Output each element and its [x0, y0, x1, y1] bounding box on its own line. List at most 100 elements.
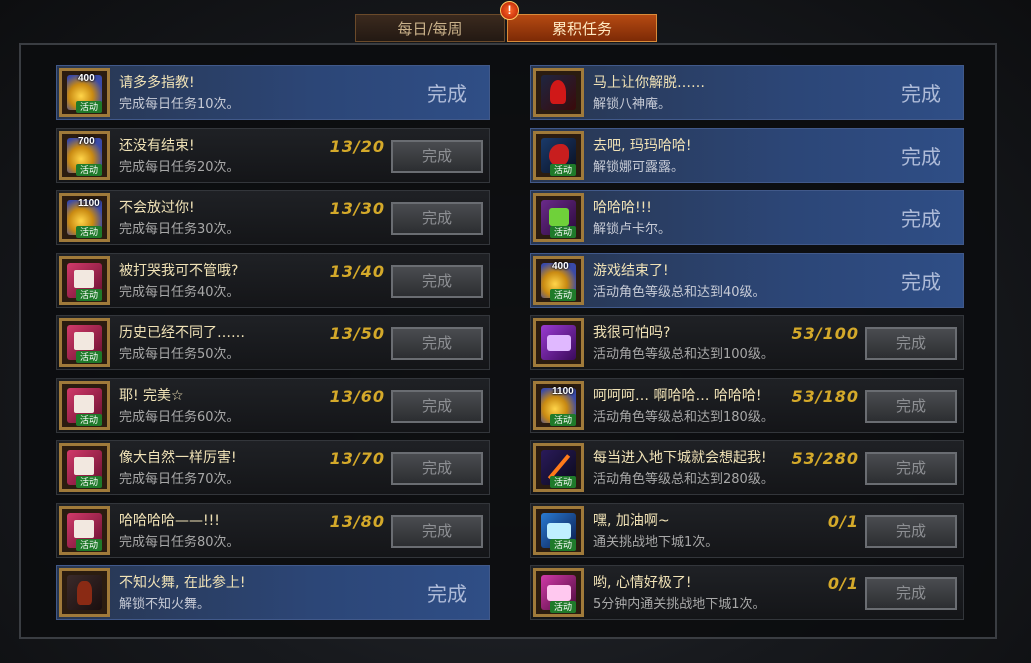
event-badge: 活动 — [550, 538, 576, 551]
task-icon-frame — [59, 568, 110, 617]
task-card: 活动 耶! 完美☆ 完成每日任务60次。 13/60 完成 — [56, 377, 490, 433]
task-card: 400 活动 游戏结束了! 活动角色等级总和达到40级。 完成 — [530, 252, 964, 308]
task-icon-frame: 700 活动 — [59, 130, 110, 180]
task-card: 不知火舞, 在此参上! 解锁不知火舞。 完成 — [56, 565, 490, 620]
complete-button[interactable]: 完成 — [865, 577, 957, 610]
task-description: 解锁卢卡尔。 — [593, 222, 672, 237]
event-badge: 活动 — [550, 163, 576, 176]
task-description: 完成每日任务20次。 — [119, 159, 240, 175]
task-icon-frame — [533, 318, 584, 367]
task-title: 哟, 心情好极了! — [593, 575, 692, 591]
complete-button[interactable]: 完成 — [391, 514, 483, 548]
complete-button[interactable]: 完成 — [391, 452, 483, 485]
task-icon-frame: 活动 — [533, 130, 584, 180]
task-card: 活动 嘿, 加油啊~ 通关挑战地下城1次。 0/1 完成 — [530, 502, 964, 558]
complete-button[interactable]: 完成 — [391, 264, 483, 298]
event-badge: 活动 — [550, 476, 576, 488]
task-icon-frame: 活动 — [533, 505, 584, 555]
complete-button[interactable]: 完成 — [391, 389, 483, 423]
task-progress: 13/80 — [329, 511, 385, 531]
task-icon-frame: 1100 活动 — [533, 380, 584, 430]
completed-label: 完成 — [901, 144, 941, 169]
task-title: 请多多指教! — [119, 75, 195, 91]
alert-icon: ! — [500, 1, 519, 20]
icon-reward-number: 400 — [552, 260, 569, 272]
tab-cumulative-tasks[interactable]: 累积任务 — [507, 14, 657, 42]
task-title: 不会放过你! — [119, 200, 195, 216]
task-icon-frame: 1100 活动 — [59, 193, 110, 242]
task-icon-frame: 活动 — [533, 568, 584, 617]
task-card: 活动 哟, 心情好极了! 5分钟内通关挑战地下城1次。 0/1 完成 — [530, 565, 964, 620]
task-progress: 53/280 — [791, 449, 859, 468]
task-description: 完成每日任务50次。 — [119, 347, 240, 362]
task-card: 活动 哈哈哈!!! 解锁卢卡尔。 完成 — [530, 190, 964, 245]
task-title: 嘿, 加油啊~ — [593, 512, 670, 529]
event-badge: 活动 — [76, 226, 102, 238]
task-card: 活动 被打哭我可不管哦? 完成每日任务40次。 13/40 完成 — [56, 252, 490, 308]
task-progress: 13/30 — [329, 199, 385, 218]
task-icon-frame: 400 活动 — [59, 68, 110, 117]
task-description: 活动角色等级总和达到100级。 — [593, 347, 774, 362]
task-description: 完成每日任务10次。 — [119, 97, 240, 112]
completed-label: 完成 — [901, 269, 941, 294]
task-progress: 13/40 — [329, 261, 385, 281]
event-badge: 活动 — [76, 413, 102, 426]
task-title: 呵呵呵… 啊哈哈… 哈哈哈! — [593, 387, 762, 404]
task-icon-frame: 活动 — [59, 443, 110, 492]
dancer-icon — [67, 575, 102, 610]
task-description: 活动角色等级总和达到180级。 — [593, 409, 774, 425]
event-badge: 活动 — [76, 101, 102, 113]
complete-button[interactable]: 完成 — [865, 514, 957, 548]
icon-reward-number: 400 — [78, 73, 95, 84]
task-title: 马上让你解脱…… — [593, 75, 705, 91]
event-badge: 活动 — [550, 601, 576, 613]
event-badge: 活动 — [550, 413, 576, 426]
task-description: 通关挑战地下城1次。 — [593, 534, 719, 550]
tab-daily-weekly[interactable]: 每日/每周 — [355, 14, 505, 42]
completed-label: 完成 — [901, 207, 941, 231]
complete-button[interactable]: 完成 — [391, 202, 483, 235]
event-badge: 活动 — [550, 226, 576, 238]
task-card: 700 活动 还没有结束! 完成每日任务20次。 13/20 完成 — [56, 127, 490, 183]
complete-button[interactable]: 完成 — [865, 327, 957, 360]
task-title: 历史已经不同了…… — [119, 325, 245, 341]
task-icon-frame: 活动 — [59, 318, 110, 367]
task-title: 耶! 完美☆ — [119, 387, 184, 404]
task-card: 1100 活动 不会放过你! 完成每日任务30次。 13/30 完成 — [56, 190, 490, 245]
event-badge: 活动 — [76, 351, 102, 363]
task-column-left: 400 活动 请多多指教! 完成每日任务10次。 完成 700 活动 还没有结束! 完成每日任务… — [56, 65, 490, 628]
task-icon-frame: 400 活动 — [533, 255, 584, 305]
completed-label: 完成 — [427, 82, 467, 106]
completed-label: 完成 — [901, 82, 941, 106]
task-progress: 13/70 — [329, 449, 385, 468]
task-progress: 0/1 — [827, 511, 859, 531]
task-description: 完成每日任务70次。 — [119, 472, 240, 487]
task-title: 还没有结束! — [119, 137, 195, 154]
task-card: 马上让你解脱…… 解锁八神庵。 完成 — [530, 65, 964, 120]
task-description: 解锁八神庵。 — [593, 97, 672, 112]
icon-reward-number: 1100 — [552, 385, 574, 397]
task-card: 400 活动 请多多指教! 完成每日任务10次。 完成 — [56, 65, 490, 120]
event-badge: 活动 — [76, 476, 102, 488]
task-description: 解锁娜可露露。 — [593, 159, 685, 175]
event-badge: 活动 — [76, 538, 102, 551]
complete-button[interactable]: 完成 — [865, 389, 957, 423]
task-panel: 400 活动 请多多指教! 完成每日任务10次。 完成 700 活动 还没有结束! 完成每日任务… — [19, 43, 997, 639]
task-description: 完成每日任务30次。 — [119, 222, 240, 237]
complete-button[interactable]: 完成 — [865, 452, 957, 485]
task-icon-frame: 活动 — [59, 505, 110, 555]
event-badge: 活动 — [76, 163, 102, 176]
complete-button[interactable]: 完成 — [391, 139, 483, 173]
task-card: 1100 活动 呵呵呵… 啊哈哈… 哈哈哈! 活动角色等级总和达到180级。 53/18… — [530, 377, 964, 433]
task-description: 5分钟内通关挑战地下城1次。 — [593, 597, 766, 612]
task-card: 活动 去吧, 玛玛哈哈! 解锁娜可露露。 完成 — [530, 127, 964, 183]
task-progress: 53/180 — [791, 386, 859, 406]
task-progress: 0/1 — [827, 574, 859, 593]
task-icon-frame — [533, 68, 584, 117]
task-title: 去吧, 玛玛哈哈! — [593, 137, 692, 154]
task-card: 活动 像大自然一样厉害! 完成每日任务70次。 13/70 完成 — [56, 440, 490, 495]
task-title: 每当进入地下城就会想起我! — [593, 450, 767, 466]
task-progress: 53/100 — [791, 324, 859, 343]
task-icon-frame: 活动 — [533, 443, 584, 492]
complete-button[interactable]: 完成 — [391, 327, 483, 360]
